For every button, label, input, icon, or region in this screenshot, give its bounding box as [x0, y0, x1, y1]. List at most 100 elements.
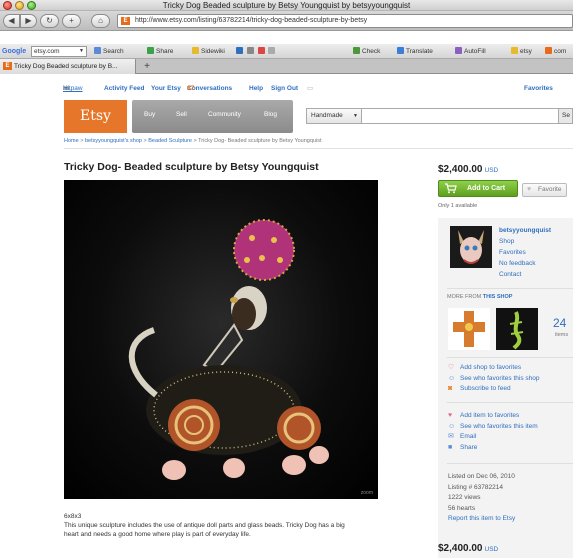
breadcrumb: Home > betsyyoungquist's shop > Beaded S…: [64, 138, 322, 144]
gtb-search-button[interactable]: Search: [94, 47, 124, 57]
see-item-favorites-link[interactable]: ☺ See who favorites this item: [448, 422, 538, 433]
help-link[interactable]: Help: [249, 84, 263, 93]
shop-contact-link[interactable]: Contact: [499, 269, 551, 280]
shop-name-link[interactable]: betsyyoungquist: [499, 225, 551, 236]
shop-favorites-link[interactable]: Favorites: [499, 247, 551, 258]
email-link[interactable]: ✉ Email: [448, 432, 538, 443]
search-category-select[interactable]: Handmade ▼: [307, 109, 362, 123]
spellcheck-icon: [353, 47, 360, 54]
gtb-check-button[interactable]: Check: [353, 47, 380, 57]
shop-item-thumbnail[interactable]: [496, 308, 538, 350]
favorite-button[interactable]: ♥ Favorite: [522, 183, 567, 197]
beaded-dog-sculpture-image: [128, 219, 329, 480]
add-item-to-favorites-link[interactable]: ♥ Add item to favorites: [448, 411, 538, 422]
gtb-share-button[interactable]: Share: [147, 47, 173, 57]
subscribe-feed-label: Subscribe to feed: [460, 385, 511, 392]
gtb-com-label: com: [554, 48, 567, 55]
pencil-icon: [511, 47, 518, 54]
forward-button[interactable]: ▶: [20, 14, 37, 28]
shop-link[interactable]: Shop: [499, 236, 551, 247]
item-title: Tricky Dog- Beaded sculpture by Betsy Yo…: [64, 161, 319, 173]
shop-item-count[interactable]: 24: [553, 316, 566, 330]
envelope-icon: ✉: [448, 433, 454, 440]
back-button[interactable]: ◀: [3, 14, 20, 28]
nav-buy[interactable]: Buy: [144, 111, 155, 118]
tab-label: Tricky Dog Beaded sculpture by B...: [14, 63, 118, 70]
shop-actions: ♡ Add shop to favorites ☺ See who favorite…: [448, 363, 540, 395]
your-etsy-link[interactable]: Your Etsy: [151, 84, 181, 93]
reload-button[interactable]: ↻: [40, 14, 59, 28]
shop-item-count-label: items: [555, 332, 569, 338]
gtb-autofill-button[interactable]: AutoFill: [455, 47, 486, 57]
rss-icon: ◙: [448, 385, 453, 392]
listing-meta: Listed on Dec 06, 2010 Listing # 6378221…: [448, 472, 515, 525]
tab-strip: E Tricky Dog Beaded sculpture by B... +: [0, 59, 573, 74]
site-search[interactable]: Handmade ▼ Se: [306, 108, 573, 124]
search-icon: [94, 47, 101, 54]
search-button[interactable]: Se: [558, 109, 572, 123]
breadcrumb-shop[interactable]: betsyyoungquist's shop: [85, 138, 142, 144]
subscribe-feed-link[interactable]: ◙ Subscribe to feed: [448, 384, 540, 395]
more-icon: [268, 47, 276, 54]
favorites-link[interactable]: Favorites: [524, 84, 553, 93]
bookmark-icon: [236, 47, 243, 54]
price-currency[interactable]: USD: [485, 546, 499, 553]
gtb-com-button[interactable]: com: [545, 47, 566, 57]
report-item-link[interactable]: Report this item to Etsy: [448, 514, 515, 525]
lizard-sculpture-image: [496, 308, 538, 350]
zoom-link[interactable]: zoom: [361, 490, 373, 496]
see-item-fav-label: See who favorites this item: [460, 422, 538, 430]
tab-active[interactable]: E Tricky Dog Beaded sculpture by B...: [0, 59, 136, 74]
gtb-tools-icons[interactable]: [236, 47, 277, 57]
address-bar[interactable]: E http://www.etsy.com/listing/63782214/t…: [117, 14, 573, 28]
more-from-shop-link[interactable]: THIS SHOP: [483, 294, 513, 300]
nav-blog[interactable]: Blog: [264, 111, 277, 118]
add-shop-to-favorites-link[interactable]: ♡ Add shop to favorites: [448, 363, 540, 374]
availability: Only 1 available: [438, 203, 478, 209]
listed-date: Listed on Dec 06, 2010: [448, 473, 515, 480]
shop-feedback-link[interactable]: No feedback: [499, 258, 551, 269]
gtb-translate-button[interactable]: Translate: [397, 47, 433, 57]
share-icon: ■: [448, 443, 453, 451]
see-shop-favorites-link[interactable]: ☺ See who favorites this shop: [448, 374, 540, 385]
shop-avatar[interactable]: [450, 226, 492, 268]
gtb-autofill-label: AutoFill: [464, 48, 486, 55]
shop-item-thumbnail[interactable]: [448, 308, 490, 350]
gtb-etsy-button[interactable]: etsy: [511, 47, 532, 57]
heart-count: 56 hearts: [448, 504, 476, 512]
gtb-sidewiki-label: Sidewiki: [201, 48, 225, 55]
item-actions: ♥ Add item to favorites ☺ See who favorite…: [448, 411, 538, 453]
etsy-favicon-icon: E: [121, 17, 130, 25]
shop-avatar-image: [450, 226, 492, 268]
gtb-sidewiki-button[interactable]: Sidewiki: [192, 47, 225, 57]
divider: [447, 402, 573, 403]
price-currency[interactable]: USD: [485, 167, 499, 174]
window-titlebar: Tricky Dog Beaded sculpture by Betsy You…: [0, 0, 573, 11]
breadcrumb-category[interactable]: Beaded Sculpture: [148, 138, 192, 144]
breadcrumb-home[interactable]: Home: [64, 138, 79, 144]
sign-out-link[interactable]: Sign Out: [271, 84, 298, 93]
google-search-input[interactable]: etsy.com ▼: [31, 46, 87, 57]
item-price: $2,400.00 USD: [438, 164, 498, 175]
new-tab-button[interactable]: +: [140, 59, 154, 74]
username-link[interactable]: artpaw: [63, 84, 83, 93]
activity-feed-link[interactable]: Activity Feed: [104, 84, 144, 93]
heart-icon: ♥: [448, 412, 453, 419]
share-link[interactable]: ■ Share: [448, 443, 538, 454]
etsy-favicon-icon: E: [3, 62, 12, 70]
nav-community[interactable]: Community: [208, 111, 241, 118]
nav-sell[interactable]: Sell: [176, 111, 187, 118]
add-bookmark-button[interactable]: +: [62, 14, 81, 28]
home-button[interactable]: ⌂: [91, 14, 110, 28]
product-photo[interactable]: zoom: [64, 180, 378, 499]
divider: [447, 288, 573, 289]
item-price-bottom: $2,400.00 USD: [438, 543, 498, 554]
more-from-label: MORE FROM: [447, 294, 482, 300]
item-description: This unique sculpture includes the use o…: [64, 522, 345, 538]
add-to-cart-button[interactable]: Add to Cart: [438, 180, 518, 197]
etsy-logo[interactable]: Etsy: [64, 100, 127, 133]
gift-icon[interactable]: ▭: [307, 84, 313, 93]
gmail-icon: [257, 47, 265, 54]
main-nav: Buy Sell Community Blog: [132, 100, 293, 133]
cross-sculpture-image: [448, 308, 490, 350]
